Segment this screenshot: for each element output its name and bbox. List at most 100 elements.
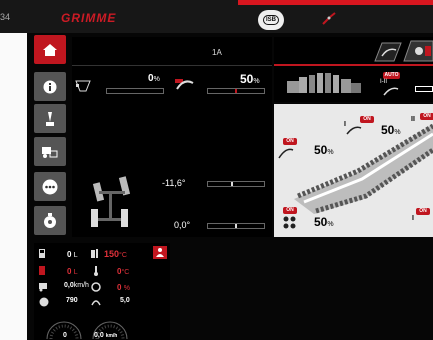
adblue-number: 0 bbox=[67, 267, 72, 276]
sidebar-item-machine[interactable] bbox=[34, 137, 66, 166]
coolant-icon bbox=[94, 266, 98, 276]
conveyor-top-number: 50 bbox=[381, 123, 395, 137]
brand-logo: GRIMME bbox=[61, 11, 117, 25]
angle2-value: 0,0° bbox=[174, 220, 190, 230]
more-icon bbox=[42, 179, 58, 194]
coolant-value: 0°C bbox=[117, 267, 129, 276]
fuel-icon bbox=[39, 249, 45, 258]
oil-temp-icon bbox=[91, 249, 98, 258]
screen-frame: 34 GRIMME ISB 1A 0% 50% -11,6° 0,0° AUTO… bbox=[0, 0, 433, 340]
disconnect-icon[interactable] bbox=[321, 12, 337, 26]
rpm-value: 790 bbox=[66, 297, 78, 304]
bezel-left bbox=[0, 0, 27, 340]
slip-icon bbox=[91, 282, 101, 292]
roman-2-label: II bbox=[411, 116, 415, 123]
on-badge-mid: ON bbox=[283, 138, 297, 145]
right-accent-line bbox=[274, 64, 433, 66]
on-badge-right: ON bbox=[420, 113, 433, 120]
pressure-value: 5,0 bbox=[120, 297, 130, 304]
angle1-bar bbox=[207, 181, 265, 187]
on-badge-top: ON bbox=[360, 116, 374, 123]
angle1-bar-fill bbox=[230, 182, 233, 186]
speed-value: 0,0km/h bbox=[64, 282, 89, 289]
adjust-icon bbox=[175, 79, 194, 90]
hopper-icon bbox=[75, 80, 91, 92]
timer-icon bbox=[44, 212, 56, 228]
right-mini-bar bbox=[415, 86, 433, 92]
hopper-value: 0% bbox=[148, 73, 160, 84]
isb-button[interactable]: ISB bbox=[258, 10, 284, 30]
operator-button[interactable] bbox=[153, 246, 167, 259]
fuel-value: 0 L bbox=[67, 250, 78, 259]
conveyor-mid-number: 50 bbox=[314, 143, 328, 157]
lever-icon bbox=[46, 111, 54, 126]
steering-diagram bbox=[91, 176, 131, 227]
sidebar-item-lever[interactable] bbox=[34, 104, 66, 133]
gauge2-value: 0,0 km/h bbox=[94, 332, 117, 339]
pressure-icon bbox=[91, 300, 101, 306]
auto-badge: AUTO bbox=[383, 72, 400, 79]
angle1-number: -11,6 bbox=[162, 178, 182, 188]
operator-icon bbox=[156, 248, 164, 257]
conveyor-mid-unit: % bbox=[327, 149, 334, 156]
roman-1-bottom: I bbox=[412, 215, 414, 222]
angle2-bar-fill bbox=[235, 224, 237, 228]
sidebar-item-home[interactable] bbox=[34, 35, 66, 64]
adblue-unit: L bbox=[73, 269, 78, 276]
slip-unit: % bbox=[123, 285, 130, 292]
angle2-bar bbox=[207, 223, 265, 229]
conveyor-bottom-number: 50 bbox=[314, 215, 328, 229]
divider bbox=[72, 65, 272, 66]
isb-label: ISB bbox=[262, 15, 279, 25]
gauge2-number: 0,0 bbox=[94, 332, 104, 339]
chain-icon-top bbox=[346, 126, 362, 135]
angle1-unit: ° bbox=[181, 178, 186, 188]
adjust-tab-icon[interactable] bbox=[374, 42, 402, 62]
adblue-icon bbox=[39, 266, 45, 275]
chain-link-icon bbox=[383, 87, 399, 96]
fuel-unit: L bbox=[73, 252, 78, 259]
rpm-icon bbox=[39, 297, 49, 307]
sidebar-item-more[interactable] bbox=[34, 172, 66, 201]
angle2-number: 0,0 bbox=[174, 220, 187, 230]
adjust-value: 50% bbox=[240, 72, 260, 86]
oil-temp-value: 150°C bbox=[104, 249, 127, 259]
settings-tab-icon[interactable] bbox=[403, 40, 433, 62]
speed-unit: km/h bbox=[73, 282, 89, 289]
slip-number: 0 bbox=[117, 283, 122, 292]
top-accent-strip bbox=[238, 0, 433, 5]
speed-icon bbox=[39, 283, 47, 292]
hopper-unit: % bbox=[153, 76, 160, 83]
machine-icon bbox=[42, 146, 58, 158]
field-rows-icon bbox=[287, 73, 361, 93]
conveyor-top-unit: % bbox=[394, 129, 401, 136]
top-label: 1A bbox=[212, 48, 222, 57]
adjust-bar-fill bbox=[235, 89, 237, 93]
conveyor-top-value: 50% bbox=[381, 123, 401, 137]
adblue-value: 0 L bbox=[67, 267, 78, 276]
hopper-bar bbox=[106, 88, 164, 94]
sidebar-item-info[interactable] bbox=[34, 72, 66, 101]
chain-icon-mid bbox=[278, 148, 294, 159]
conveyor-bottom-value: 50% bbox=[314, 215, 334, 229]
adjust-number: 50 bbox=[240, 72, 254, 86]
home-icon bbox=[43, 43, 57, 56]
sidebar-item-timer[interactable] bbox=[34, 206, 66, 235]
coolant-unit: °C bbox=[121, 269, 130, 276]
conveyor-bottom-unit: % bbox=[327, 221, 334, 228]
rollers-icon bbox=[283, 216, 296, 229]
conveyor-mid-value: 50% bbox=[314, 143, 334, 157]
fuel-number: 0 bbox=[67, 250, 72, 259]
angle2-unit: ° bbox=[186, 220, 191, 230]
info-icon bbox=[43, 80, 57, 93]
oil-temp-unit: °C bbox=[119, 252, 127, 259]
slip-value: 0 % bbox=[117, 283, 130, 292]
gauge1-value: 0 bbox=[63, 332, 67, 339]
on-badge-bottom: ON bbox=[283, 207, 297, 214]
oil-temp-number: 150 bbox=[104, 249, 120, 259]
angle1-value: -11,6° bbox=[162, 178, 185, 188]
speed-number: 0,0 bbox=[64, 282, 74, 289]
row-number: 34 bbox=[0, 12, 11, 22]
adjust-bar bbox=[207, 88, 265, 94]
gauge2-unit: km/h bbox=[105, 333, 118, 339]
